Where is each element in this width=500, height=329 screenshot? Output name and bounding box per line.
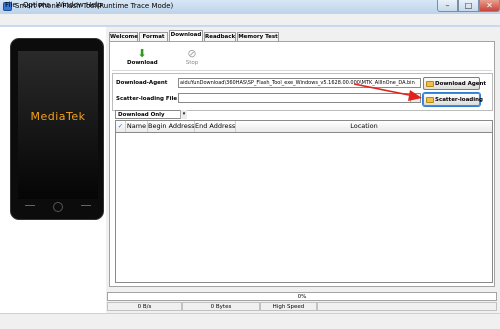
device-brand: MediaTek [30,110,86,123]
download-button-label[interactable]: Download [127,60,158,66]
column-header-end-address[interactable]: End Address [195,121,236,132]
progress-bar: 0% [107,292,497,301]
phone-image: MediaTek [10,38,104,220]
status-bar [0,313,500,329]
status-extra [317,302,497,311]
phone-menu-key [81,205,91,209]
maximize-button[interactable]: □ [458,0,479,12]
menu-options[interactable]: Options [23,1,50,9]
download-agent-button-label: Download Agent [435,81,487,87]
tab-welcome[interactable]: Welcome [109,32,138,41]
scatter-file-label: Scatter-loading File [116,96,178,102]
download-agent-button[interactable]: Download Agent [423,77,486,90]
chevron-down-icon[interactable]: ▾ [180,110,187,119]
menu-help[interactable]: Help [86,1,102,9]
download-agent-label: Download-Agent [116,80,168,86]
status-bytes: 0 Bytes [182,302,260,311]
select-all-checkbox[interactable]: ✓ [116,121,126,132]
tab-download[interactable]: Download [169,30,203,41]
phone-home-key [53,202,63,212]
minimize-button[interactable]: – [437,0,458,12]
download-mode-select[interactable]: Download Only [115,110,187,119]
menu-bar [0,14,500,26]
download-arrow-icon[interactable]: ⬇ [136,48,148,60]
menu-file[interactable]: File [5,1,17,9]
scatter-loading-button[interactable]: Scatter-loading [423,93,483,106]
device-pane: MediaTek [0,27,106,329]
tab-readback[interactable]: Readback [204,32,236,41]
toolbar-divider [112,70,492,71]
partition-table [115,120,493,283]
tab-memory-test[interactable]: Memory Test [237,32,279,41]
scatter-loading-button-label: Scatter-loading [435,97,483,103]
column-header-location[interactable]: Location [236,121,492,132]
annotation-arrow-icon [353,83,422,101]
menu-window[interactable]: Window [56,1,84,9]
status-mode: High Speed [260,302,317,311]
status-speed: 0 B/s [107,302,182,311]
stop-button-label[interactable]: Stop [180,60,204,66]
close-button[interactable]: ✕ [479,0,500,12]
phone-screen: MediaTek [18,51,98,199]
tab-format[interactable]: Format [139,32,168,41]
stop-icon[interactable]: ⊘ [186,48,198,60]
column-header-name[interactable]: Name [126,121,148,132]
column-header-begin-address[interactable]: Begin Address [148,121,195,132]
phone-back-key [25,205,35,209]
